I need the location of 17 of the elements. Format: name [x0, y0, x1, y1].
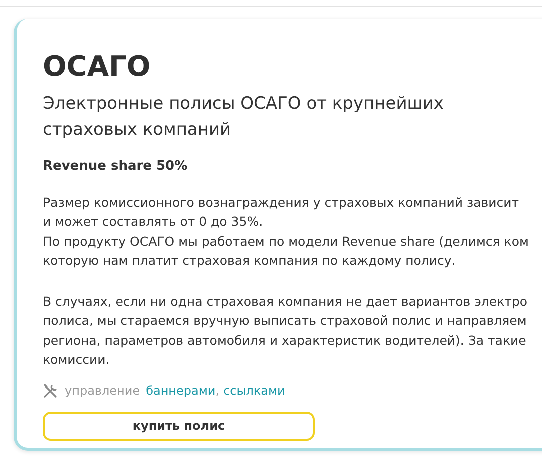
description-line: По продукту ОСАГО мы работаем по модели Revenue share (делимся ком	[43, 232, 529, 251]
manage-link[interactable]: баннерами	[146, 382, 216, 400]
buy-policy-button[interactable]: купить полис	[43, 412, 315, 440]
link-separator: ,	[216, 382, 220, 400]
description-line: В случаях, если ни одна страховая компания не дает вариантов электро	[43, 292, 528, 311]
manage-link[interactable]: ссылками	[224, 382, 286, 400]
revenue-share-heading: Revenue share 50%	[43, 158, 188, 176]
description-line: комиссии.	[43, 351, 110, 369]
description-line: и может составлять от 0 до 35%.	[43, 213, 264, 231]
description-line: региона, параметров автомобиля и характеристик водителей). За такие	[43, 332, 526, 350]
description-line: Размер комиссионного вознаграждения у страховых компаний зависит	[43, 194, 520, 212]
tools-icon	[43, 382, 59, 398]
manage-label: управление	[65, 382, 140, 400]
card-subtitle: Электронные полисы ОСАГО от крупнейших страховых компаний	[43, 93, 445, 142]
description-line: полиса, мы стараемся вручную выписать страховой полис и направляем	[43, 312, 527, 330]
description-line: которую нам платит страховая компания по каждому полису.	[43, 252, 456, 270]
card-title: ОСАГО	[43, 49, 151, 85]
